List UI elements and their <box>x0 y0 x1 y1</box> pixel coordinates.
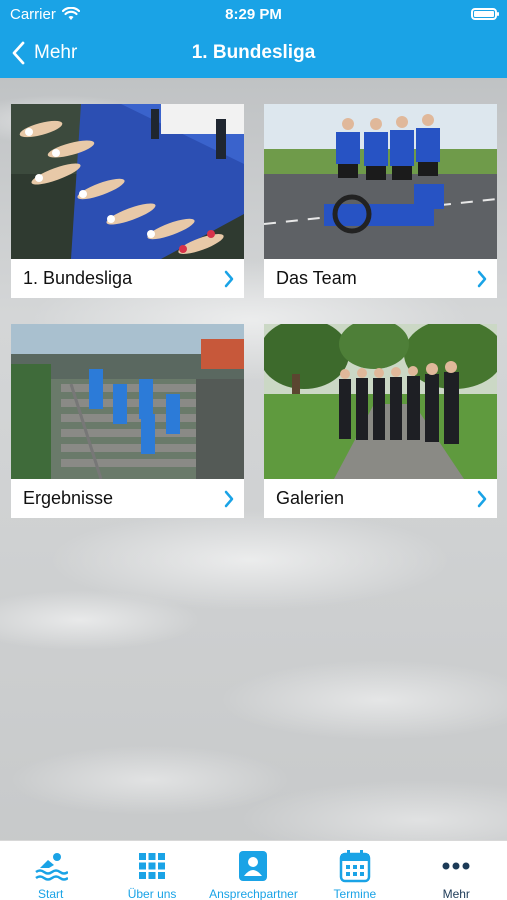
team-photo <box>264 104 497 259</box>
stairs-photo <box>11 324 244 479</box>
tab-termine[interactable]: Termine <box>305 841 405 900</box>
grid-icon <box>139 853 166 879</box>
status-bar: Carrier 8:29 PM <box>0 0 507 28</box>
battery-icon <box>471 8 499 20</box>
tab-label: Start <box>38 887 64 900</box>
chevron-right-icon <box>224 270 234 287</box>
tile-grid: 1. Bundesliga Das Team Ergebnisse Galeri… <box>11 104 497 518</box>
tab-start[interactable]: Start <box>1 841 101 900</box>
chevron-left-icon <box>12 41 25 65</box>
team-road-photo <box>264 324 497 479</box>
tab-mehr[interactable]: Mehr <box>406 841 506 900</box>
tile-galerien[interactable]: Galerien <box>264 324 497 518</box>
calendar-icon <box>339 850 371 883</box>
tile-label: Ergebnisse <box>23 488 114 508</box>
wifi-icon <box>61 7 80 20</box>
tab-label: Über uns <box>127 887 177 900</box>
tab-ueber-uns[interactable]: Über uns <box>102 841 202 900</box>
tile-1-bundesliga[interactable]: 1. Bundesliga <box>11 104 244 298</box>
chevron-right-icon <box>224 490 234 507</box>
chevron-right-icon <box>477 490 487 507</box>
swimmer-icon <box>34 853 68 881</box>
tab-label: Ansprechpartner <box>209 887 298 900</box>
carrier-label: Carrier <box>10 5 56 23</box>
tab-bar: Start Über uns Ansprechpartner Termine M… <box>0 840 507 900</box>
tile-ergebnisse[interactable]: Ergebnisse <box>11 324 244 518</box>
tile-label: 1. Bundesliga <box>23 268 133 288</box>
tile-label: Das Team <box>276 268 357 288</box>
tile-das-team[interactable]: Das Team <box>264 104 497 298</box>
chevron-right-icon <box>477 270 487 287</box>
tile-label: Galerien <box>276 488 345 508</box>
back-button[interactable]: Mehr <box>12 28 77 78</box>
more-dots-icon <box>442 862 470 870</box>
swim-start-photo <box>11 104 244 259</box>
navigation-bar: Mehr 1. Bundesliga <box>0 28 507 78</box>
back-label: Mehr <box>34 42 78 63</box>
tab-ansprechpartner[interactable]: Ansprechpartner <box>203 841 303 900</box>
contact-card-icon <box>239 851 268 881</box>
tab-label: Termine <box>333 887 377 900</box>
tab-label: Mehr <box>442 887 470 900</box>
